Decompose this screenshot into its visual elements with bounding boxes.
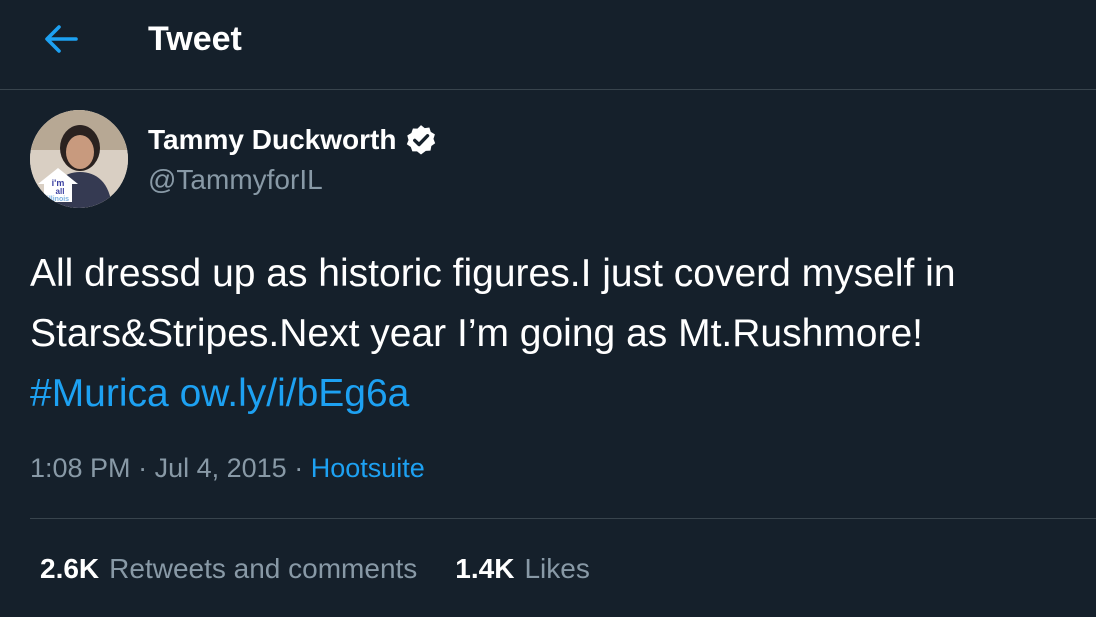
tweet-text-line: All dressd up as historic figures.I just… xyxy=(30,252,956,295)
likes-stat[interactable]: 1.4K Likes xyxy=(455,550,590,588)
verified-badge-icon xyxy=(407,125,436,155)
hashtag-link[interactable]: #Murica xyxy=(30,372,169,415)
retweets-label: Retweets and comments xyxy=(109,553,418,584)
tweet-time[interactable]: 1:08 PM xyxy=(30,453,131,483)
author-name-row[interactable]: Tammy Duckworth xyxy=(148,122,438,158)
retweets-stat[interactable]: 2.6K Retweets and comments xyxy=(40,550,417,588)
divider xyxy=(30,518,1096,519)
arrow-left-icon xyxy=(45,25,78,53)
url-link[interactable]: ow.ly/i/bEg6a xyxy=(180,372,410,415)
top-bar: Tweet xyxy=(0,0,1096,90)
back-button[interactable] xyxy=(38,16,84,62)
avatar-image: i'm all illinois xyxy=(30,110,128,208)
tweet-date[interactable]: Jul 4, 2015 xyxy=(155,453,287,483)
meta-separator: · xyxy=(294,453,304,483)
tweet-text-line: Stars&Stripes.Next year I’m going as Mt.… xyxy=(30,312,923,355)
retweets-count: 2.6K xyxy=(40,553,100,584)
tweet-links-line: #Murica ow.ly/i/bEg6a xyxy=(30,364,1090,424)
author-handle[interactable]: @TammyforIL xyxy=(148,162,323,198)
avatar-badge-text: illinois xyxy=(47,196,69,203)
likes-count: 1.4K xyxy=(455,553,515,584)
avatar-badge-text: all xyxy=(56,187,65,196)
avatar[interactable]: i'm all illinois xyxy=(30,110,128,208)
tweet-meta: 1:08 PM · Jul 4, 2015 · Hootsuite xyxy=(30,450,425,486)
author-name[interactable]: Tammy Duckworth xyxy=(148,122,396,158)
likes-label: Likes xyxy=(524,553,590,584)
tweet-source-link[interactable]: Hootsuite xyxy=(311,453,425,483)
meta-separator: · xyxy=(138,453,148,483)
page-title: Tweet xyxy=(148,20,242,58)
tweet-stats: 2.6K Retweets and comments 1.4K Likes xyxy=(40,550,590,588)
tweet-text: All dressd up as historic figures.I just… xyxy=(30,244,1090,424)
